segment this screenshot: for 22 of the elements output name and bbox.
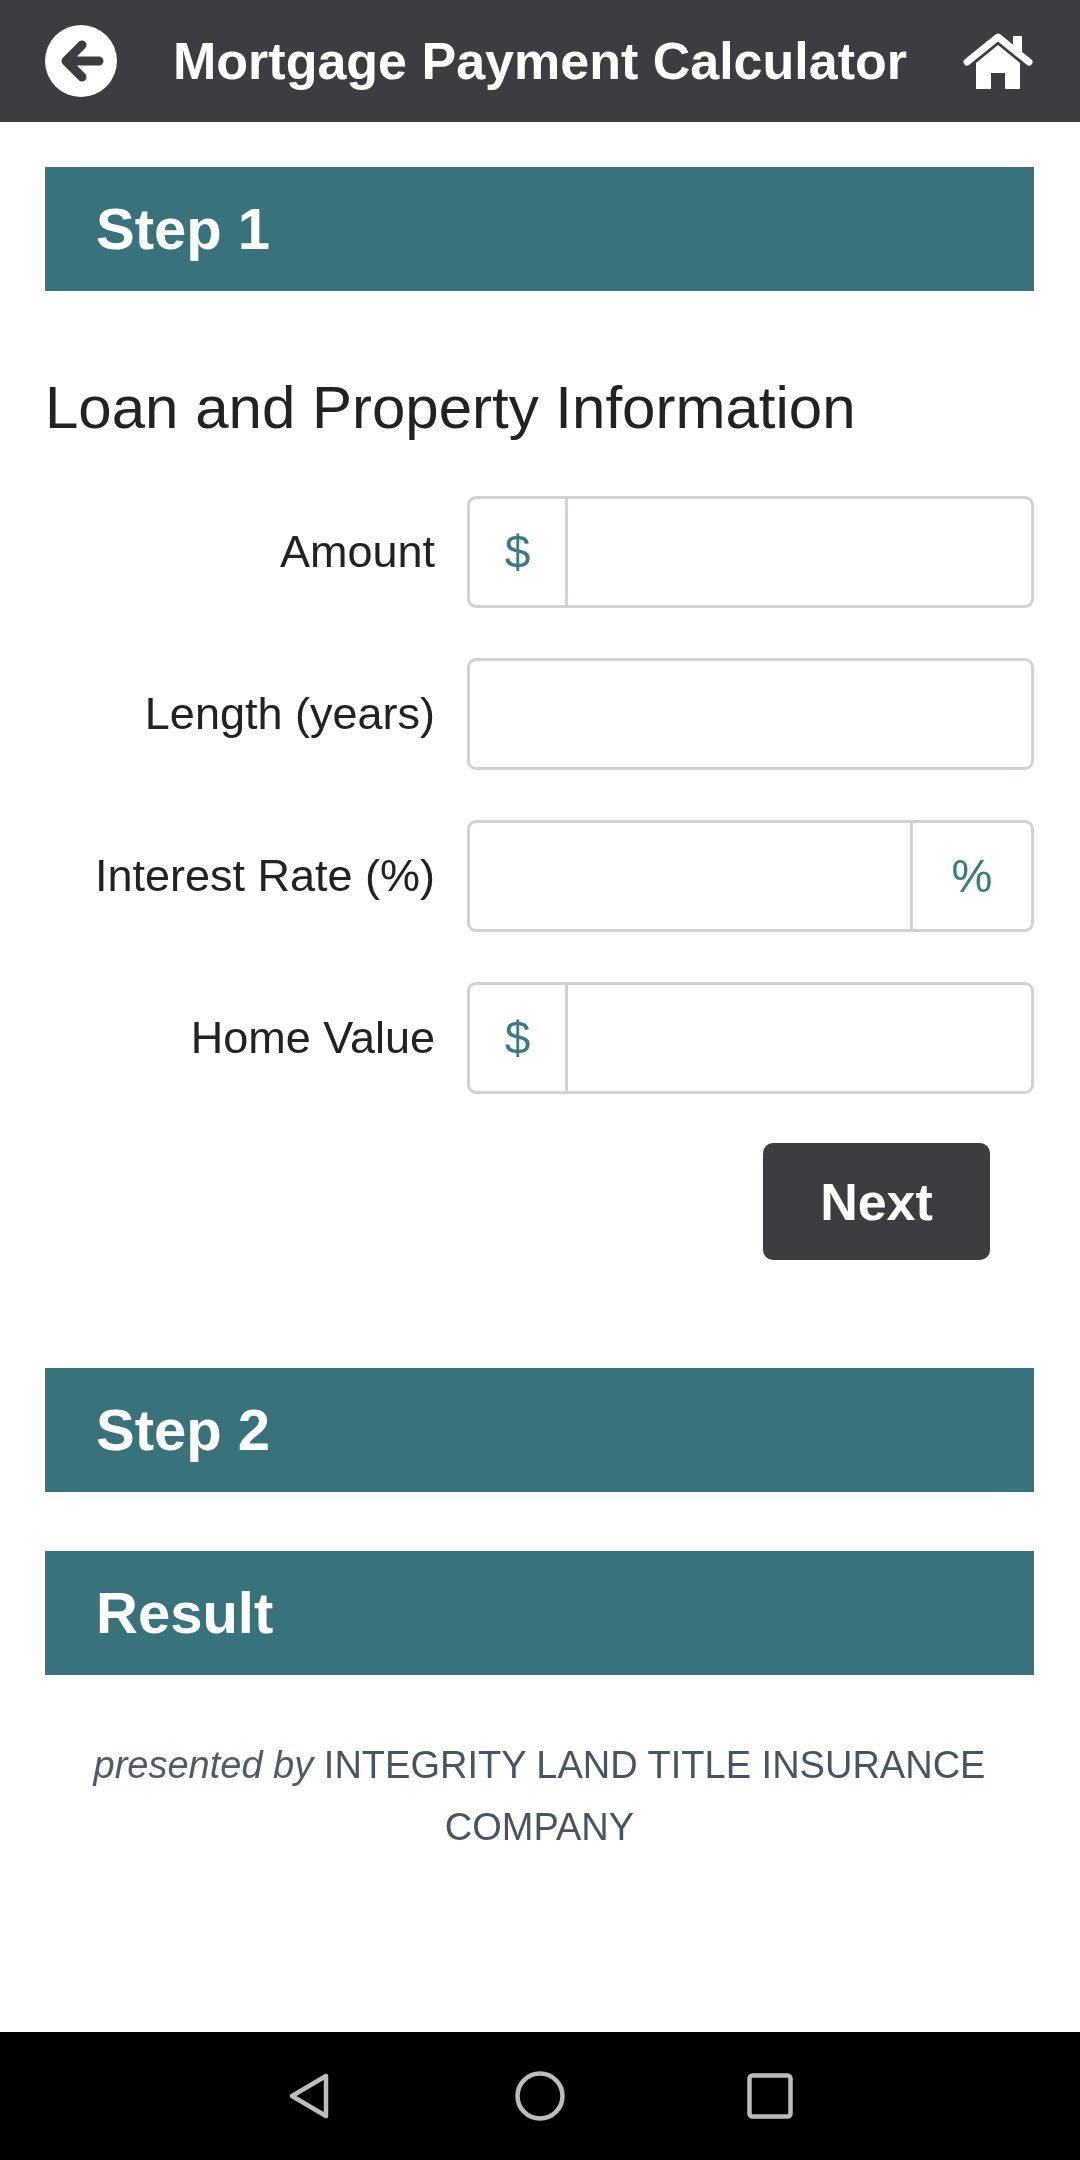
app-title: Mortgage Payment Calculator (172, 30, 908, 92)
input-field[interactable] (467, 658, 1034, 770)
input-field[interactable]: $ (467, 982, 1034, 1094)
field-label: Length (years) (144, 688, 435, 740)
field-label: Amount (279, 526, 435, 578)
input-prefix: $ (470, 499, 568, 605)
section-header[interactable]: Step 1 (45, 167, 1034, 291)
next-button[interactable]: Next (763, 1143, 990, 1260)
input-prefix: $ (470, 985, 568, 1091)
field-label: Interest Rate (%) (94, 850, 435, 902)
field-label: Home Value (190, 1012, 435, 1064)
input-field[interactable]: $ (467, 496, 1034, 608)
section-header[interactable]: Step 2 (45, 1368, 1034, 1492)
form-heading: Loan and Property Information (45, 373, 857, 443)
back-icon[interactable] (288, 2072, 330, 2120)
presenter-credit: presented by INTEGRITY LAND TITLE INSURANCE COMPANY (91, 1743, 987, 1850)
recents-icon[interactable] (747, 2073, 793, 2119)
input-field[interactable]: % (467, 820, 1034, 932)
home-circle-icon[interactable] (515, 2071, 565, 2121)
input-suffix: % (910, 823, 1031, 929)
home-icon[interactable] (963, 32, 1033, 90)
section-header[interactable]: Result (45, 1551, 1034, 1675)
